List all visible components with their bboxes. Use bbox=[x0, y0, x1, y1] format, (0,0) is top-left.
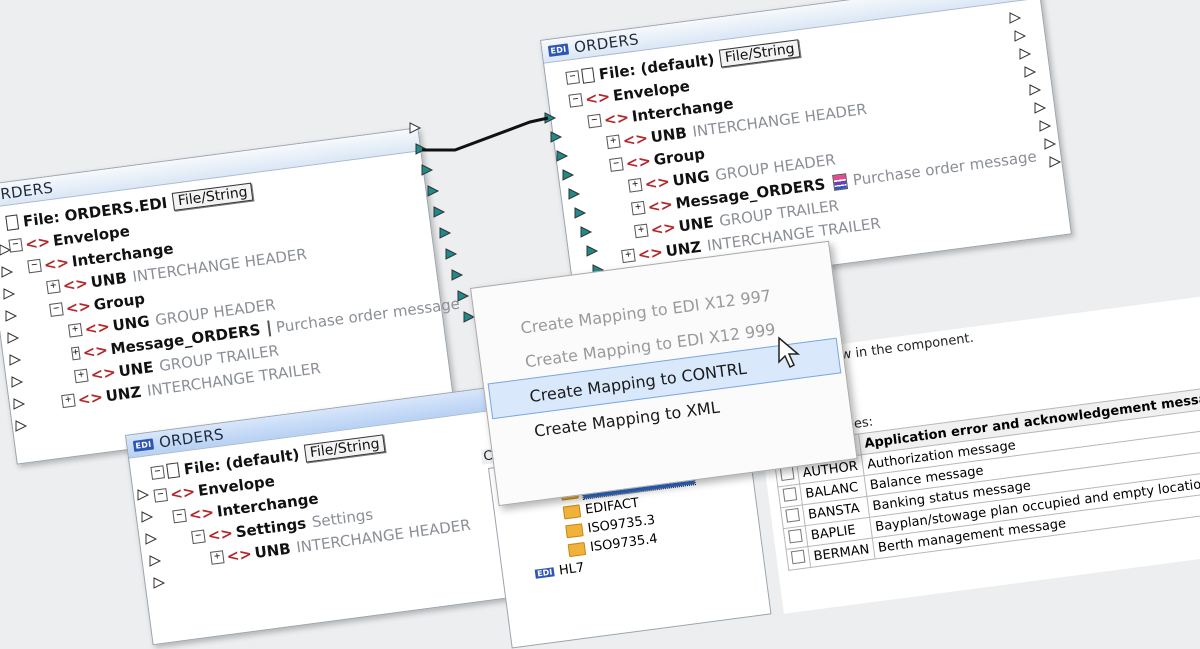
collapse-icon[interactable]: − bbox=[565, 70, 580, 85]
folder-icon bbox=[565, 523, 584, 539]
checkbox-cell[interactable] bbox=[777, 484, 803, 508]
message-icon bbox=[267, 319, 272, 337]
folder-icon bbox=[562, 504, 582, 520]
output-port-icon[interactable] bbox=[433, 206, 446, 218]
node-name: UNZ bbox=[104, 382, 143, 405]
output-port-icon[interactable] bbox=[457, 290, 470, 302]
node-name: UNB bbox=[89, 268, 128, 291]
element-tag-icon: <> bbox=[187, 502, 216, 524]
node-name: UNE bbox=[677, 212, 715, 235]
file-icon bbox=[166, 462, 180, 479]
expand-icon[interactable]: + bbox=[46, 279, 61, 295]
collapse-icon[interactable]: − bbox=[609, 157, 624, 172]
element-tag-icon: <> bbox=[225, 544, 253, 566]
element-tag-icon: <> bbox=[83, 316, 111, 338]
element-tag-icon: <> bbox=[646, 194, 674, 216]
expand-icon[interactable]: + bbox=[73, 368, 89, 384]
collapse-icon[interactable]: − bbox=[49, 302, 64, 317]
collapse-icon[interactable]: − bbox=[8, 238, 23, 253]
element-tag-icon: <> bbox=[64, 296, 92, 318]
node-name: UNE bbox=[117, 357, 155, 380]
collapse-icon[interactable]: − bbox=[27, 258, 42, 274]
collapse-icon[interactable]: − bbox=[587, 113, 602, 129]
expand-icon[interactable]: + bbox=[67, 323, 83, 338]
collapse-icon[interactable]: − bbox=[191, 529, 206, 545]
collapse-icon[interactable]: − bbox=[150, 465, 165, 480]
node-name: UNB bbox=[649, 123, 688, 146]
expand-icon[interactable]: + bbox=[633, 223, 649, 239]
mouse-pointer-icon bbox=[778, 336, 801, 369]
node-name: UNZ bbox=[664, 237, 703, 260]
collapse-icon[interactable]: − bbox=[568, 93, 583, 108]
message-type-checkbox[interactable] bbox=[785, 507, 800, 523]
checkbox-cell[interactable] bbox=[783, 525, 808, 550]
element-tag-icon: <> bbox=[81, 340, 109, 362]
collapse-icon[interactable]: − bbox=[153, 488, 168, 503]
file-icon bbox=[581, 67, 595, 84]
expand-icon[interactable]: + bbox=[621, 248, 636, 264]
expand-icon[interactable]: + bbox=[61, 393, 76, 409]
node-name: UNG bbox=[671, 166, 711, 190]
element-tag-icon: <> bbox=[206, 523, 234, 545]
output-port-icon[interactable] bbox=[445, 248, 458, 260]
element-tag-icon: <> bbox=[643, 171, 671, 193]
message-type-checkbox[interactable] bbox=[782, 486, 798, 502]
context-menu: Create Mapping to EDI X12 997 Create Mapp… bbox=[470, 240, 858, 507]
expand-icon[interactable]: + bbox=[630, 200, 646, 216]
expand-icon[interactable]: + bbox=[627, 178, 643, 193]
element-tag-icon: <> bbox=[636, 242, 664, 264]
edi-icon: EDI bbox=[534, 567, 555, 579]
collapse-icon[interactable]: − bbox=[172, 508, 187, 524]
collection-item-label: HL7 bbox=[558, 560, 586, 579]
element-tag-icon: <> bbox=[168, 481, 197, 504]
element-tag-icon: <> bbox=[23, 231, 52, 254]
mapping-connection-line[interactable] bbox=[422, 116, 549, 152]
output-port-icon[interactable] bbox=[439, 227, 452, 239]
expand-icon[interactable]: + bbox=[209, 550, 225, 565]
node-name: UNB bbox=[253, 538, 292, 562]
expand-icon[interactable]: + bbox=[70, 346, 81, 361]
element-tag-icon: <> bbox=[42, 252, 71, 274]
element-tag-icon: <> bbox=[624, 151, 652, 173]
edi-icon: EDI bbox=[132, 437, 155, 452]
element-tag-icon: <> bbox=[621, 128, 649, 150]
element-tag-icon: <> bbox=[649, 217, 677, 239]
element-tag-icon: <> bbox=[61, 273, 89, 295]
checkbox-cell[interactable] bbox=[780, 504, 806, 529]
checkbox-cell[interactable] bbox=[786, 546, 811, 571]
message-type-checkbox[interactable] bbox=[788, 528, 803, 543]
message-icon bbox=[832, 172, 849, 191]
output-port-icon[interactable] bbox=[451, 269, 464, 281]
edi-icon: EDI bbox=[547, 42, 570, 57]
element-tag-icon: <> bbox=[583, 86, 612, 109]
folder-icon bbox=[567, 542, 587, 558]
expand-icon[interactable]: + bbox=[606, 134, 621, 150]
element-tag-icon: <> bbox=[76, 387, 104, 409]
node-name: UNG bbox=[111, 311, 151, 335]
output-port-icon[interactable] bbox=[427, 185, 440, 197]
element-tag-icon: <> bbox=[89, 362, 117, 384]
message-type-checkbox[interactable] bbox=[790, 549, 806, 564]
element-tag-icon: <> bbox=[602, 107, 631, 129]
file-icon bbox=[5, 214, 20, 231]
